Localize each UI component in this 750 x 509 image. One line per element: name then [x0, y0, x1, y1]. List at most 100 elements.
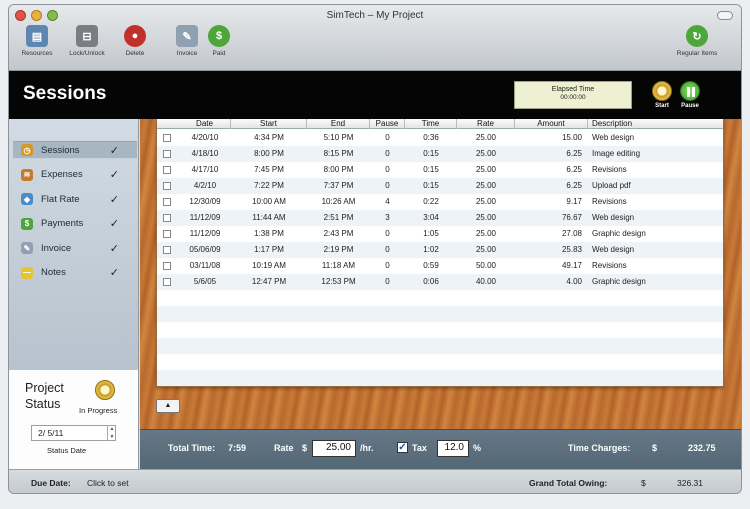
sidebar-item-payments[interactable]: $ Payments ✓ [13, 215, 137, 233]
table-cell-time: 0:15 [423, 181, 439, 190]
sidebar-item-flat-rate[interactable]: ◆ Flat Rate ✓ [13, 190, 137, 208]
project-status-title: Project Status [25, 380, 64, 412]
sidebar-item-sessions[interactable]: ◷ Sessions ✓ [13, 141, 137, 159]
toolbar-button-resources[interactable]: ▤ Resources [15, 25, 59, 57]
resources-icon: ▤ [26, 25, 48, 47]
table-row[interactable]: 4/2/10 7:22 PM 7:37 PM 0 0:15 25.00 6.25 Upload… [157, 178, 723, 194]
table-cell-rate: 25.00 [475, 165, 497, 174]
rate-input[interactable]: 25.00 [312, 440, 356, 457]
table-empty-row [157, 338, 723, 354]
sessions-table: Date Start End Pause Time Rate Amount Descripti… [156, 119, 724, 387]
row-checkbox[interactable] [163, 278, 171, 286]
table-cell-date: 03/11/08 [189, 261, 221, 270]
table-cell-amount: 15.00 [561, 133, 582, 142]
row-checkbox[interactable] [163, 182, 171, 190]
row-checkbox[interactable] [163, 214, 171, 222]
table-cell-time: 0:15 [423, 149, 439, 158]
page-title: Sessions [23, 83, 107, 104]
due-date-value[interactable]: Click to set [87, 478, 129, 488]
column-header-pause[interactable]: Pause [370, 119, 405, 129]
sidebar-item-expenses[interactable]: ≋ Expenses ✓ [13, 166, 137, 184]
table-row[interactable]: 11/12/09 11:44 AM 2:51 PM 3 3:04 25.00 76.67 We… [157, 210, 723, 226]
section-header: Sessions Elapsed Time 00:00:00 Start Pau… [9, 71, 741, 119]
toolbar-button-regular-items[interactable]: ↻ Regular Items [675, 25, 719, 57]
row-checkbox[interactable] [163, 134, 171, 142]
pause-icon [680, 81, 700, 101]
row-checkbox[interactable] [163, 230, 171, 238]
toolbar-button-paid[interactable]: $ Paid [197, 25, 241, 57]
project-status-title-line2: Status [25, 397, 61, 411]
column-header-description[interactable]: Description [588, 119, 723, 129]
project-status-title-line1: Project [25, 381, 64, 395]
table-empty-row [157, 306, 723, 322]
status-date-field[interactable]: 2/ 5/11 [31, 425, 116, 441]
sidebar: ◷ Sessions ✓ ≋ Expenses ✓ ◆ Flat Rate ✓ $ Payments… [9, 119, 139, 369]
table-row[interactable]: 4/18/10 8:00 PM 8:15 PM 0 0:15 25.00 6.25 Image… [157, 146, 723, 162]
elapsed-time-label: Elapsed Time [551, 86, 595, 93]
time-charges-label: Time Charges: [568, 443, 631, 453]
table-cell-time: 0:06 [423, 277, 439, 286]
table-row[interactable]: 05/06/09 1:17 PM 2:19 PM 0 1:02 25.00 25.83 Web… [157, 242, 723, 258]
start-button[interactable]: Start [649, 81, 675, 109]
column-header-amount[interactable]: Amount [515, 119, 588, 129]
table-cell-start: 10:00 AM [252, 197, 286, 206]
sidebar-item-invoice[interactable]: ✎ Invoice ✓ [13, 239, 137, 257]
table-cell-date: 12/30/09 [189, 197, 221, 206]
table-empty-row [157, 290, 723, 306]
column-header-time[interactable]: Time [405, 119, 457, 129]
column-header-end[interactable]: End [307, 119, 370, 129]
table-cell-end: 8:15 PM [323, 149, 354, 158]
table-row[interactable]: 11/12/09 1:38 PM 2:43 PM 0 1:05 25.00 27.08 Gra… [157, 226, 723, 242]
table-cell-pause: 0 [385, 277, 390, 286]
table-cell-description: Graphic design [592, 277, 646, 286]
table-cell-pause: 0 [385, 261, 390, 270]
lock-icon: ⊟ [76, 25, 98, 47]
table-cell-rate: 25.00 [475, 133, 497, 142]
toolbar-toggle-button[interactable] [717, 11, 733, 20]
toolbar-button-delete[interactable]: ● Delete [113, 25, 157, 57]
tax-checkbox[interactable]: ✓ [397, 442, 408, 453]
pause-button[interactable]: Pause [677, 81, 703, 109]
status-clock-icon[interactable] [95, 380, 115, 400]
column-header-rate[interactable]: Rate [457, 119, 515, 129]
sidebar-item-check: ✓ [109, 267, 119, 279]
toolbar-button-lock[interactable]: ⊟ Lock/Unlock [65, 25, 109, 57]
table-cell-end: 2:51 PM [323, 213, 354, 222]
table-cell-description: Web design [592, 213, 635, 222]
table-cell-end: 2:19 PM [323, 245, 354, 254]
table-row[interactable]: 12/30/09 10:00 AM 10:26 AM 4 0:22 25.00 9.17 Re… [157, 194, 723, 210]
table-cell-start: 1:38 PM [254, 229, 284, 238]
sidebar-item-label: Payments [41, 218, 84, 229]
table-row[interactable]: 4/20/10 4:34 PM 5:10 PM 0 0:36 25.00 15.00 Web … [157, 130, 723, 146]
column-header-date[interactable]: Date [179, 119, 231, 129]
table-cell-description: Image editing [592, 149, 641, 158]
status-date-stepper[interactable]: ▲ ▼ [107, 425, 116, 441]
status-state: In Progress [79, 406, 118, 415]
row-checkbox[interactable] [163, 246, 171, 254]
table-cell-amount: 76.67 [561, 213, 582, 222]
table-empty-row [157, 354, 723, 370]
table-cell-start: 7:22 PM [254, 181, 284, 190]
table-cell-rate: 25.00 [475, 197, 497, 206]
table-cell-description: Revisions [592, 261, 627, 270]
tax-input[interactable]: 12.0 [437, 440, 469, 457]
disclosure-button[interactable]: ▲ [156, 399, 180, 413]
row-checkbox[interactable] [163, 166, 171, 174]
table-row[interactable]: 4/17/10 7:45 PM 8:00 PM 0 0:15 25.00 6.25 Revis… [157, 162, 723, 178]
delete-icon: ● [124, 25, 146, 47]
table-row[interactable]: 5/6/05 12:47 PM 12:53 PM 0 0:06 40.00 4.00 Grap… [157, 274, 723, 290]
row-checkbox[interactable] [163, 198, 171, 206]
sidebar-item-notes[interactable]: — Notes ✓ [13, 264, 137, 282]
column-header-start[interactable]: Start [231, 119, 307, 129]
table-cell-description: Graphic design [592, 229, 646, 238]
expenses-icon: ≋ [21, 168, 33, 181]
toolbar-button-label: Lock/Unlock [69, 50, 105, 57]
table-cell-date: 11/12/09 [189, 229, 221, 238]
table-cell-date: 4/18/10 [191, 149, 219, 158]
toolbar-button-label: Resources [21, 50, 53, 57]
invoice-icon: ✎ [176, 25, 198, 47]
row-checkbox[interactable] [163, 150, 171, 158]
row-checkbox[interactable] [163, 262, 171, 270]
table-row[interactable]: 03/11/08 10:19 AM 11:18 AM 0 0:59 50.00 49.17 R… [157, 258, 723, 274]
project-status-panel: Project Status In Progress 2/ 5/11 ▲ ▼ St… [9, 369, 139, 469]
